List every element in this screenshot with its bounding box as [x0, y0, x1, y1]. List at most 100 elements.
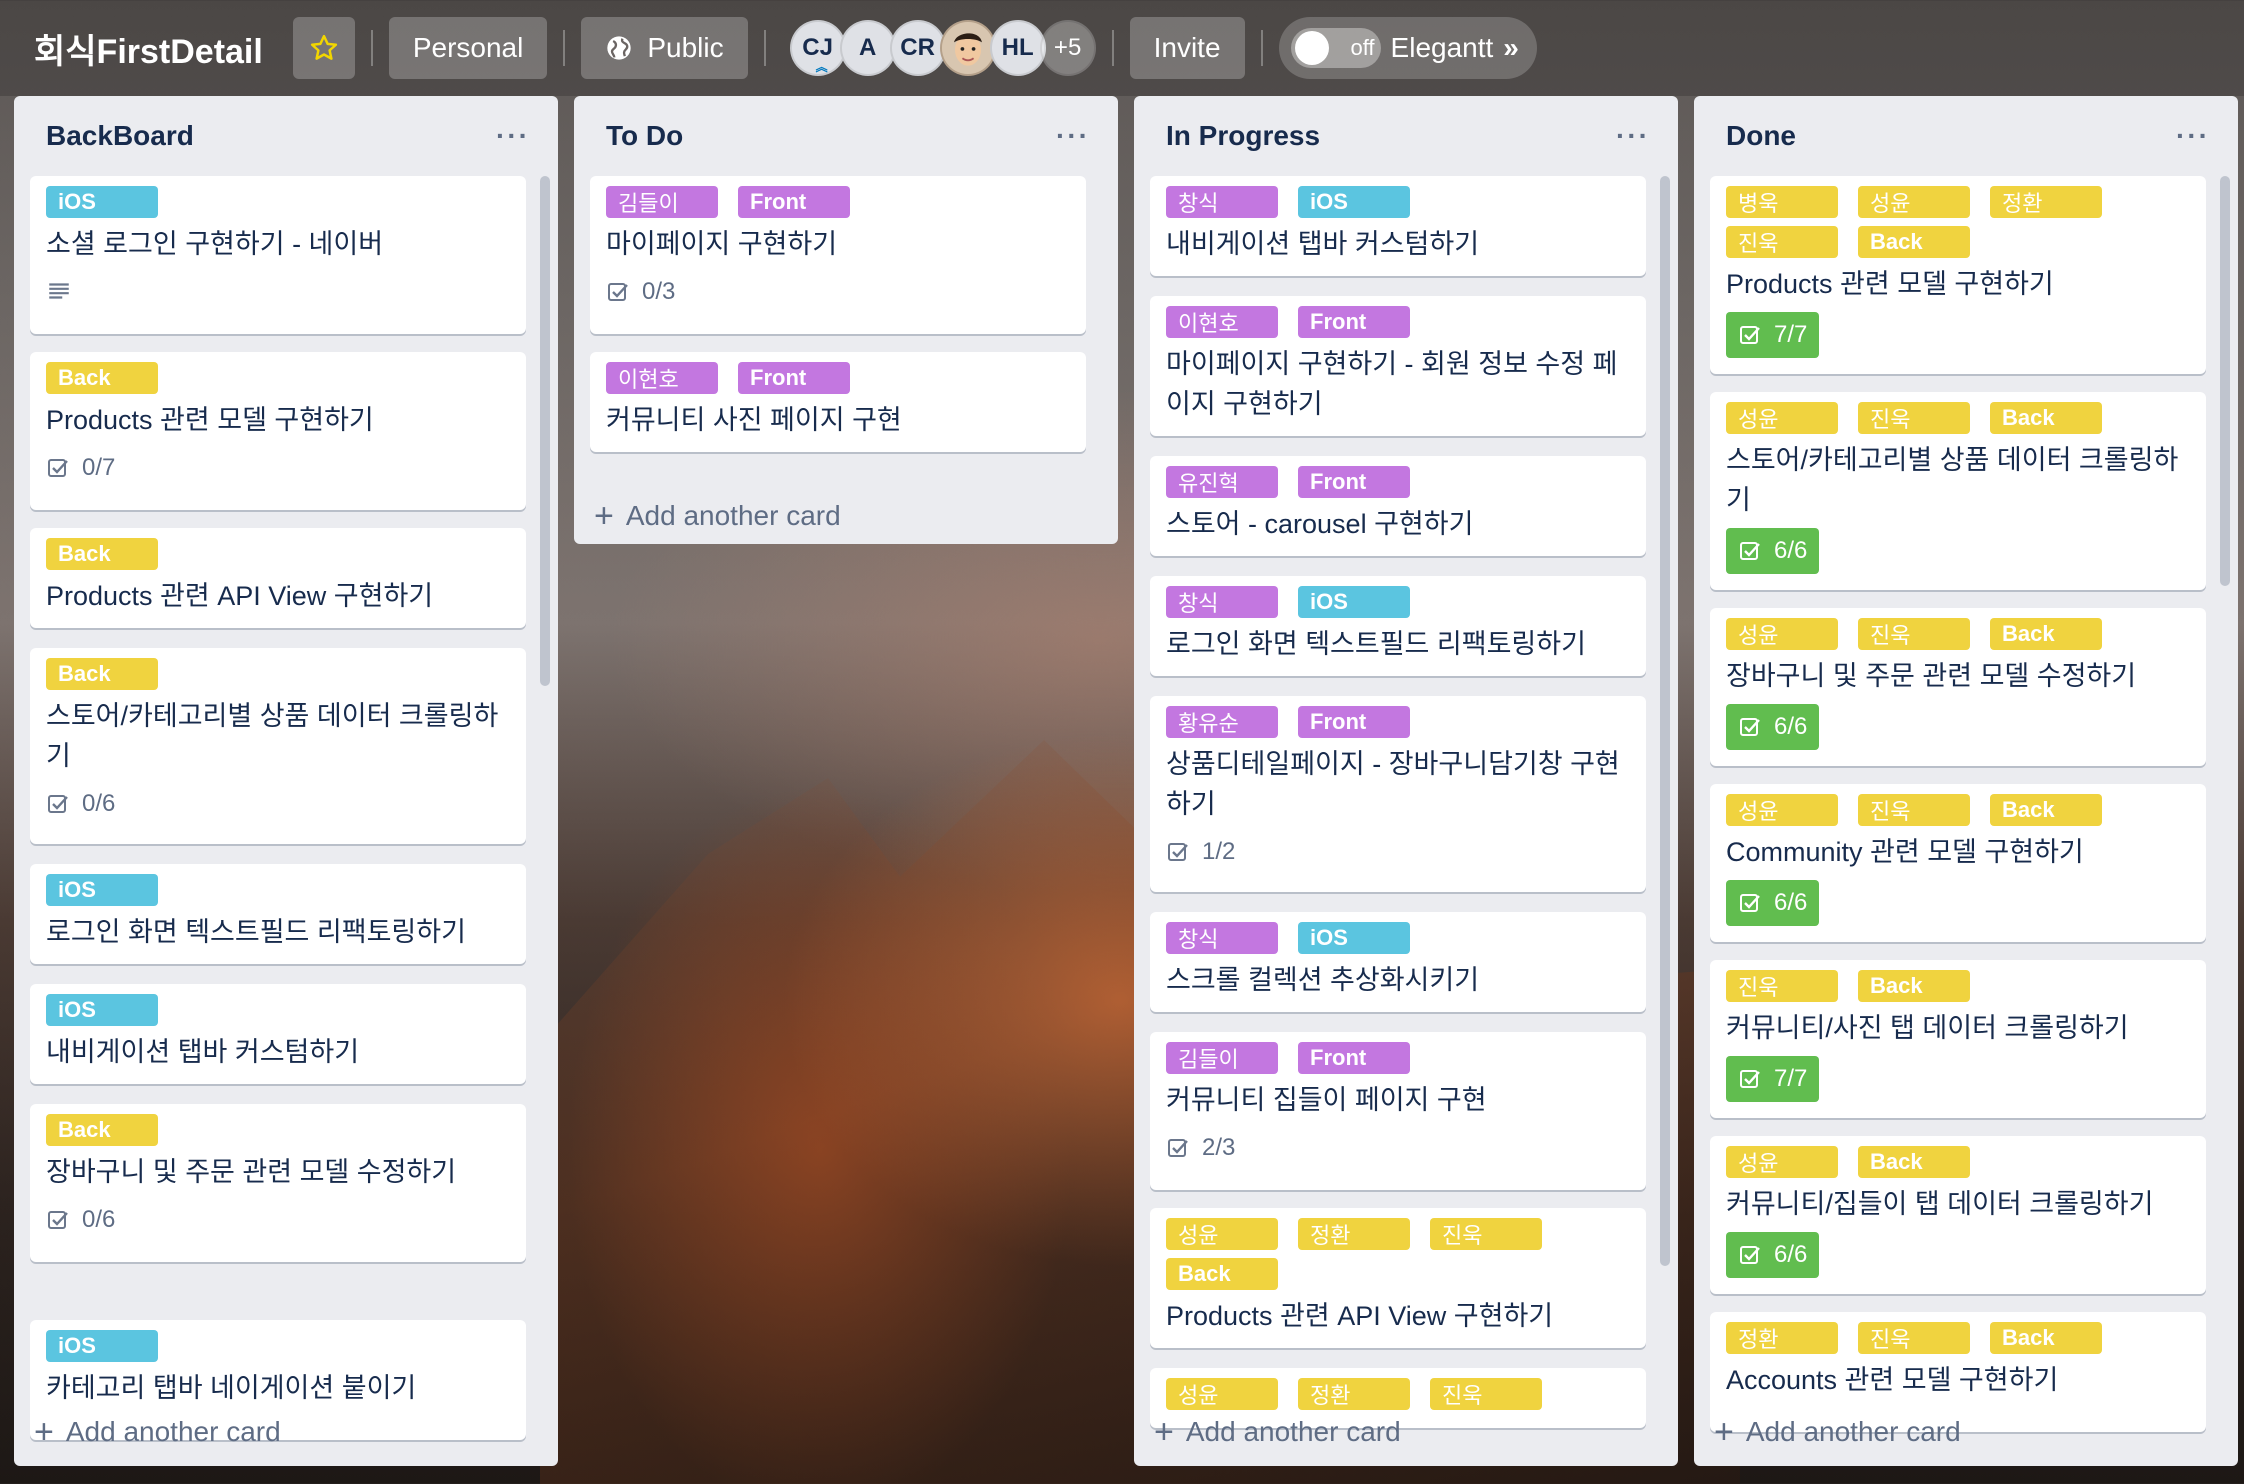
card-label[interactable]: 진욱 [1430, 1218, 1542, 1250]
card-label[interactable]: 성윤 [1726, 402, 1838, 434]
card-label[interactable]: iOS [46, 874, 158, 906]
card-label[interactable]: Back [1858, 226, 1970, 258]
card-label[interactable]: 진욱 [1726, 226, 1838, 258]
list-title[interactable]: Done [1726, 120, 1796, 152]
card[interactable]: Back Products 관련 API View 구현하기 [30, 528, 526, 628]
card-label[interactable]: Back [1990, 402, 2102, 434]
card[interactable]: Back 장바구니 및 주문 관련 모델 수정하기 0/6 [30, 1104, 526, 1262]
public-visibility-button[interactable]: Public [581, 17, 748, 79]
card-label[interactable]: Back [1166, 1258, 1278, 1290]
team-visibility-button[interactable]: Personal [388, 17, 548, 79]
card-label[interactable]: Back [1990, 794, 2102, 826]
card-label[interactable]: 이현호 [606, 362, 718, 394]
list-scrollbar[interactable] [1660, 176, 1670, 1266]
card-label[interactable]: 정환 [1990, 186, 2102, 218]
card[interactable]: iOS 로그인 화면 텍스트필드 리팩토링하기 [30, 864, 526, 964]
card-label[interactable]: Back [46, 1114, 158, 1146]
card-label[interactable]: iOS [46, 1330, 158, 1362]
card[interactable]: 진욱 Back 커뮤니티/사진 탭 데이터 크롤링하기 7/7 [1710, 960, 2206, 1118]
list-title[interactable]: BackBoard [46, 120, 194, 152]
card-label[interactable]: 황유순 [1166, 706, 1278, 738]
card[interactable]: 이현호 Front 커뮤니티 사진 페이지 구현 [590, 352, 1086, 452]
card-label[interactable]: Back [1990, 1322, 2102, 1354]
card-label[interactable]: iOS [1298, 586, 1410, 618]
card-label[interactable]: Back [46, 538, 158, 570]
card-label[interactable]: iOS [1298, 922, 1410, 954]
card-label[interactable]: Front [1298, 306, 1410, 338]
card[interactable]: 성윤 진욱 Back 스토어/카테고리별 상품 데이터 크롤링하기 6/6 [1710, 392, 2206, 590]
add-card-button[interactable]: + Add another card [34, 1404, 281, 1460]
card-label[interactable]: 진욱 [1858, 402, 1970, 434]
card-label[interactable]: iOS [1298, 186, 1410, 218]
card[interactable]: 창식 iOS 로그인 화면 텍스트필드 리팩토링하기 [1150, 576, 1646, 676]
more-members-button[interactable]: +5 [1039, 20, 1096, 76]
card-label[interactable]: Back [1990, 618, 2102, 650]
card[interactable]: 성윤 진욱 Back 장바구니 및 주문 관련 모델 수정하기 6/6 [1710, 608, 2206, 766]
card-label[interactable]: 진욱 [1858, 1322, 1970, 1354]
card-label[interactable]: Back [1858, 1146, 1970, 1178]
card[interactable]: 성윤 진욱 Back Community 관련 모델 구현하기 6/6 [1710, 784, 2206, 942]
card-label[interactable]: 진욱 [1726, 970, 1838, 1002]
card-label[interactable]: 창식 [1166, 922, 1278, 954]
elegantt-powerup[interactable]: off Elegantt » [1278, 17, 1537, 79]
list-menu-icon[interactable]: ··· [496, 120, 530, 152]
card-label[interactable]: 진욱 [1858, 794, 1970, 826]
card-label[interactable]: Front [1298, 706, 1410, 738]
card-label[interactable]: 성윤 [1726, 1146, 1838, 1178]
card-label[interactable]: Back [46, 658, 158, 690]
card[interactable]: 성윤 정환 진욱 Back Products 관련 API View 구현하기 [1150, 1208, 1646, 1348]
avatar[interactable]: A [839, 20, 896, 76]
add-card-button[interactable]: + Add another card [1714, 1404, 1961, 1460]
card-label[interactable]: iOS [46, 186, 158, 218]
avatar[interactable]: CR [889, 20, 946, 76]
card-label[interactable]: 김들이 [1166, 1042, 1278, 1074]
list-menu-icon[interactable]: ··· [2176, 120, 2210, 152]
card[interactable]: 병욱 성윤 정환 진욱 Back Products 관련 모델 구현하기 7/7 [1710, 176, 2206, 374]
card-label[interactable]: 성윤 [1166, 1218, 1278, 1250]
invite-button[interactable]: Invite [1129, 17, 1245, 79]
add-card-button[interactable]: + Add another card [594, 488, 841, 544]
card-label[interactable]: iOS [46, 994, 158, 1026]
card-label[interactable]: 성윤 [1726, 618, 1838, 650]
card-label[interactable]: 성윤 [1726, 794, 1838, 826]
card-label[interactable]: 정환 [1726, 1322, 1838, 1354]
list-title[interactable]: To Do [606, 120, 683, 152]
list-title[interactable]: In Progress [1166, 120, 1320, 152]
card-label[interactable]: 진욱 [1430, 1378, 1542, 1410]
card-label[interactable]: 성윤 [1858, 186, 1970, 218]
card-label[interactable]: Front [1298, 466, 1410, 498]
star-button[interactable] [292, 17, 355, 79]
card-label[interactable]: Front [738, 186, 850, 218]
avatar[interactable]: HL [989, 20, 1046, 76]
card-label[interactable]: 창식 [1166, 586, 1278, 618]
card[interactable]: 김들이 Front 커뮤니티 집들이 페이지 구현 2/3 [1150, 1032, 1646, 1190]
list-scrollbar[interactable] [540, 176, 550, 686]
card-label[interactable]: 유진혁 [1166, 466, 1278, 498]
list-menu-icon[interactable]: ··· [1056, 120, 1090, 152]
card[interactable]: 창식 iOS 내비게이션 탭바 커스텀하기 [1150, 176, 1646, 276]
elegantt-toggle[interactable]: off [1290, 28, 1381, 68]
card-label[interactable]: 진욱 [1858, 618, 1970, 650]
list-menu-icon[interactable]: ··· [1616, 120, 1650, 152]
card-label[interactable]: 정환 [1298, 1218, 1410, 1250]
card-label[interactable]: Back [46, 362, 158, 394]
card-label[interactable]: 김들이 [606, 186, 718, 218]
add-card-button[interactable]: + Add another card [1154, 1404, 1401, 1460]
card-label[interactable]: Back [1858, 970, 1970, 1002]
card-label[interactable]: 창식 [1166, 186, 1278, 218]
list-scrollbar[interactable] [2220, 176, 2230, 586]
avatar-photo[interactable] [939, 20, 996, 76]
card[interactable]: iOS 소셜 로그인 구현하기 - 네이버 [30, 176, 526, 334]
card-label[interactable]: 이현호 [1166, 306, 1278, 338]
card-label[interactable]: Front [738, 362, 850, 394]
card[interactable]: 성윤 Back 커뮤니티/집들이 탭 데이터 크롤링하기 6/6 [1710, 1136, 2206, 1294]
card[interactable]: iOS 내비게이션 탭바 커스텀하기 [30, 984, 526, 1084]
board-title[interactable]: 회식FirstDetail [34, 24, 263, 73]
card-label[interactable]: 병욱 [1726, 186, 1838, 218]
card[interactable]: 창식 iOS 스크롤 컬렉션 추상화시키기 [1150, 912, 1646, 1012]
card[interactable]: Back Products 관련 모델 구현하기 0/7 [30, 352, 526, 510]
card[interactable]: Back 스토어/카테고리별 상품 데이터 크롤링하기 0/6 [30, 648, 526, 844]
card-label[interactable]: Front [1298, 1042, 1410, 1074]
avatar[interactable]: CJ ︽ [789, 20, 846, 76]
card[interactable]: 유진혁 Front 스토어 - carousel 구현하기 [1150, 456, 1646, 556]
